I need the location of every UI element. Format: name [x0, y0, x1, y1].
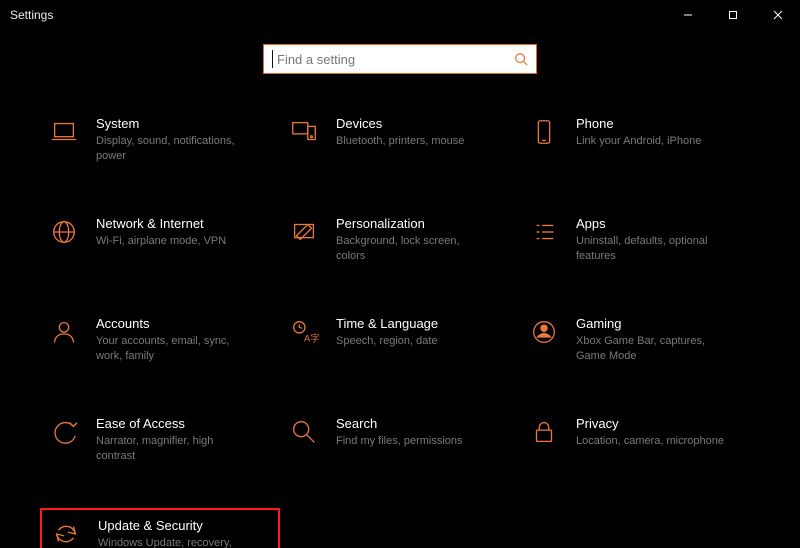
lock-icon [528, 416, 560, 448]
tile-title: Privacy [576, 416, 724, 432]
tile-text: Ease of Access Narrator, magnifier, high… [96, 416, 246, 463]
close-button[interactable] [755, 0, 800, 30]
svg-text:A字: A字 [304, 332, 319, 343]
tile-privacy[interactable]: Privacy Location, camera, microphone [520, 408, 760, 480]
tile-title: System [96, 116, 246, 132]
search-box[interactable] [263, 44, 537, 74]
tile-text: Devices Bluetooth, printers, mouse [336, 116, 464, 149]
tile-title: Accounts [96, 316, 246, 332]
devices-icon [288, 116, 320, 148]
tile-subtitle: Display, sound, notifications, power [96, 134, 246, 163]
tile-text: Personalization Background, lock screen,… [336, 216, 486, 263]
title-bar: Settings [0, 0, 800, 30]
search-tile-icon [288, 416, 320, 448]
tile-gaming[interactable]: Gaming Xbox Game Bar, captures, Game Mod… [520, 308, 760, 380]
laptop-icon [48, 116, 80, 148]
tile-time-language[interactable]: A字 Time & Language Speech, region, date [280, 308, 520, 380]
ease-of-access-icon [48, 416, 80, 448]
tile-title: Apps [576, 216, 726, 232]
tile-title: Personalization [336, 216, 486, 232]
tile-personalization[interactable]: Personalization Background, lock screen,… [280, 208, 520, 280]
tile-search[interactable]: Search Find my files, permissions [280, 408, 520, 480]
tile-subtitle: Speech, region, date [336, 334, 438, 348]
tile-system[interactable]: System Display, sound, notifications, po… [40, 108, 280, 180]
tile-text: Search Find my files, permissions [336, 416, 463, 449]
window-controls [665, 0, 800, 30]
tile-network[interactable]: Network & Internet Wi-Fi, airplane mode,… [40, 208, 280, 280]
tile-subtitle: Uninstall, defaults, optional features [576, 234, 726, 263]
tile-subtitle: Your accounts, email, sync, work, family [96, 334, 246, 363]
tile-text: Gaming Xbox Game Bar, captures, Game Mod… [576, 316, 726, 363]
phone-icon [528, 116, 560, 148]
paint-icon [288, 216, 320, 248]
update-icon [50, 518, 82, 548]
search-container [0, 44, 800, 74]
tile-apps[interactable]: Apps Uninstall, defaults, optional featu… [520, 208, 760, 280]
tile-subtitle: Bluetooth, printers, mouse [336, 134, 464, 148]
tile-text: Apps Uninstall, defaults, optional featu… [576, 216, 726, 263]
tile-text: Network & Internet Wi-Fi, airplane mode,… [96, 216, 226, 249]
tile-devices[interactable]: Devices Bluetooth, printers, mouse [280, 108, 520, 180]
tile-title: Time & Language [336, 316, 438, 332]
tile-phone[interactable]: Phone Link your Android, iPhone [520, 108, 760, 180]
maximize-button[interactable] [710, 0, 755, 30]
tile-subtitle: Windows Update, recovery, backup [98, 536, 248, 548]
tile-subtitle: Link your Android, iPhone [576, 134, 701, 148]
tile-subtitle: Xbox Game Bar, captures, Game Mode [576, 334, 726, 363]
search-icon [514, 52, 528, 66]
tile-text: Time & Language Speech, region, date [336, 316, 438, 349]
tile-title: Network & Internet [96, 216, 226, 232]
tile-subtitle: Wi-Fi, airplane mode, VPN [96, 234, 226, 248]
tile-ease-of-access[interactable]: Ease of Access Narrator, magnifier, high… [40, 408, 280, 480]
tile-subtitle: Background, lock screen, colors [336, 234, 486, 263]
tile-title: Ease of Access [96, 416, 246, 432]
tile-text: Update & Security Windows Update, recove… [98, 518, 248, 548]
apps-list-icon [528, 216, 560, 248]
person-icon [48, 316, 80, 348]
minimize-button[interactable] [665, 0, 710, 30]
time-language-icon: A字 [288, 316, 320, 348]
tile-title: Devices [336, 116, 464, 132]
tile-subtitle: Find my files, permissions [336, 434, 463, 448]
search-input[interactable] [273, 52, 514, 67]
tile-text: Privacy Location, camera, microphone [576, 416, 724, 449]
tile-update-security[interactable]: Update & Security Windows Update, recove… [40, 508, 280, 548]
tile-text: Phone Link your Android, iPhone [576, 116, 701, 149]
tile-title: Search [336, 416, 463, 432]
tile-text: Accounts Your accounts, email, sync, wor… [96, 316, 246, 363]
tile-accounts[interactable]: Accounts Your accounts, email, sync, wor… [40, 308, 280, 380]
settings-grid: System Display, sound, notifications, po… [40, 108, 760, 548]
globe-icon [48, 216, 80, 248]
tile-title: Phone [576, 116, 701, 132]
tile-title: Update & Security [98, 518, 248, 534]
gaming-icon [528, 316, 560, 348]
tile-title: Gaming [576, 316, 726, 332]
tile-text: System Display, sound, notifications, po… [96, 116, 246, 163]
tile-subtitle: Location, camera, microphone [576, 434, 724, 448]
window-title: Settings [10, 8, 53, 22]
tile-subtitle: Narrator, magnifier, high contrast [96, 434, 246, 463]
